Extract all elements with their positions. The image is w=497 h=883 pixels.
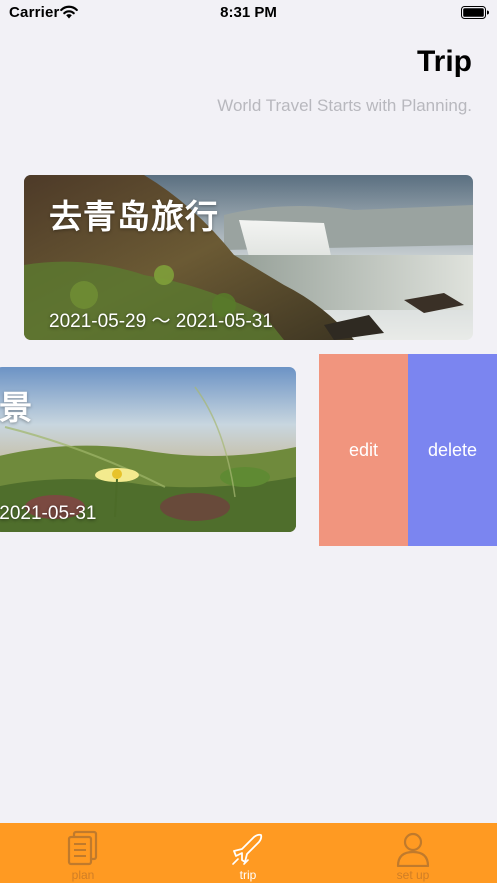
trip-title: 看风景	[0, 389, 33, 426]
tab-plan[interactable]: plan	[0, 823, 166, 883]
page-title: Trip	[416, 45, 472, 78]
tab-set-up[interactable]: set up	[330, 823, 496, 883]
trip-dates: 2021-05-29 ～ 2021-05-31	[49, 311, 273, 332]
trip-dates: ～ 2021-05-31	[0, 503, 97, 524]
trip-card[interactable]: 去青岛旅行 2021-05-29 ～ 2021-05-31	[24, 175, 473, 340]
document-icon	[67, 830, 98, 866]
tab-trip[interactable]: trip	[165, 823, 331, 883]
page-subtitle: World Travel Starts with Planning.	[217, 96, 472, 115]
tab-label: plan	[71, 868, 95, 882]
status-bar: Carrier 8:31 PM	[0, 0, 497, 26]
tab-label: set up	[396, 868, 430, 882]
status-time: 8:31 PM	[220, 4, 277, 21]
trip-title: 去青岛旅行	[49, 198, 219, 235]
tab-label: trip	[239, 868, 257, 882]
airplane-icon	[232, 833, 263, 865]
trip-card[interactable]: 看风景 ～ 2021-05-31	[0, 367, 296, 532]
person-icon	[396, 832, 430, 867]
edit-button[interactable]: edit	[319, 354, 408, 546]
delete-button[interactable]: delete	[408, 354, 497, 546]
battery-icon	[461, 6, 489, 19]
tab-bar: plan trip set up	[0, 823, 497, 883]
